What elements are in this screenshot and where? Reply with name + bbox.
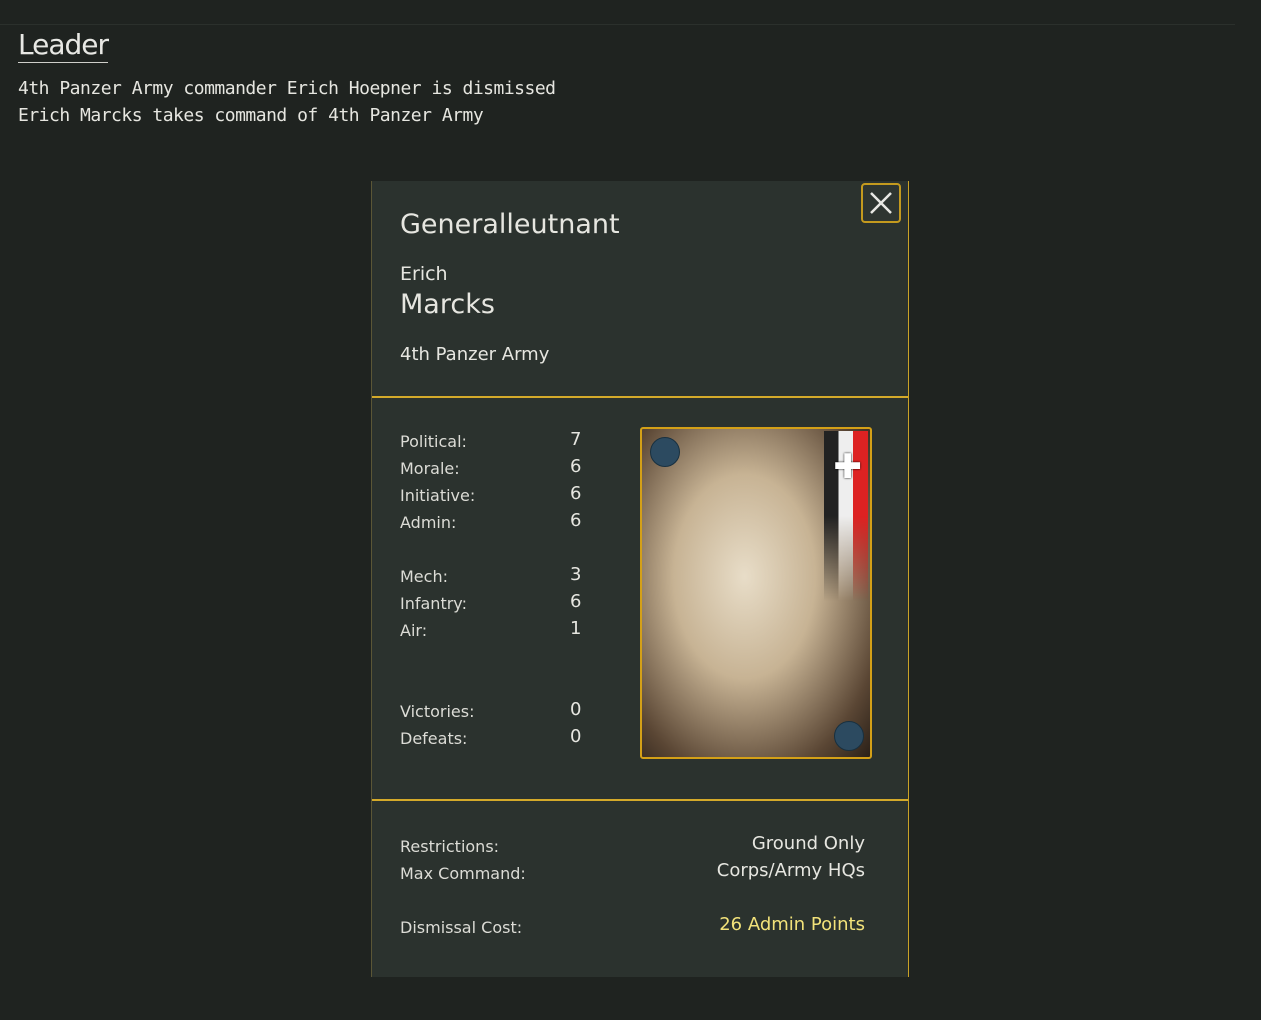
stat-value: 6 (570, 510, 582, 531)
leader-panel: Generalleutnant Erich Marcks 4th Panzer … (371, 181, 909, 977)
stat-value: 3 (570, 564, 582, 585)
stat-label: Victories: (400, 702, 475, 721)
stat-label: Initiative: (400, 486, 476, 505)
close-icon (870, 192, 892, 214)
stat-label: Morale: (400, 459, 460, 478)
dismissal-cost-value: 26 Admin Points (719, 914, 865, 935)
stat-label: Mech: (400, 567, 448, 586)
close-button[interactable] (861, 183, 901, 223)
log-line: 4th Panzer Army commander Erich Hoepner … (18, 78, 556, 99)
stat-label: Admin: (400, 513, 457, 532)
stat-label: Political: (400, 432, 467, 451)
stat-value: 7 (570, 429, 582, 450)
page-title: Leader (18, 28, 109, 63)
stat-value: 6 (570, 456, 582, 477)
leader-last-name: Marcks (400, 289, 495, 320)
divider (372, 799, 908, 801)
top-divider (0, 24, 1235, 25)
dismissal-cost-label: Dismissal Cost: (400, 918, 523, 937)
max-command-value: Corps/Army HQs (716, 860, 865, 881)
status-dot-icon (834, 721, 864, 751)
stat-value: 6 (570, 591, 582, 612)
leader-command: 4th Panzer Army (400, 344, 550, 365)
stat-value: 0 (570, 699, 582, 720)
leader-rank: Generalleutnant (400, 209, 620, 240)
stat-label: Infantry: (400, 594, 467, 613)
log-line: Erich Marcks takes command of 4th Panzer… (18, 105, 484, 126)
max-command-label: Max Command: (400, 864, 526, 883)
restrictions-value: Ground Only (751, 833, 865, 854)
rank-dot-icon (650, 437, 680, 467)
leader-portrait: ✚ (640, 427, 872, 759)
divider (372, 396, 908, 398)
iron-cross-icon: ✚ (833, 447, 863, 487)
restrictions-label: Restrictions: (400, 837, 500, 856)
stat-label: Air: (400, 621, 428, 640)
stat-label: Defeats: (400, 729, 468, 748)
leader-first-name: Erich (400, 263, 448, 285)
stat-value: 1 (570, 618, 582, 639)
stat-value: 0 (570, 726, 582, 747)
stat-value: 6 (570, 483, 582, 504)
